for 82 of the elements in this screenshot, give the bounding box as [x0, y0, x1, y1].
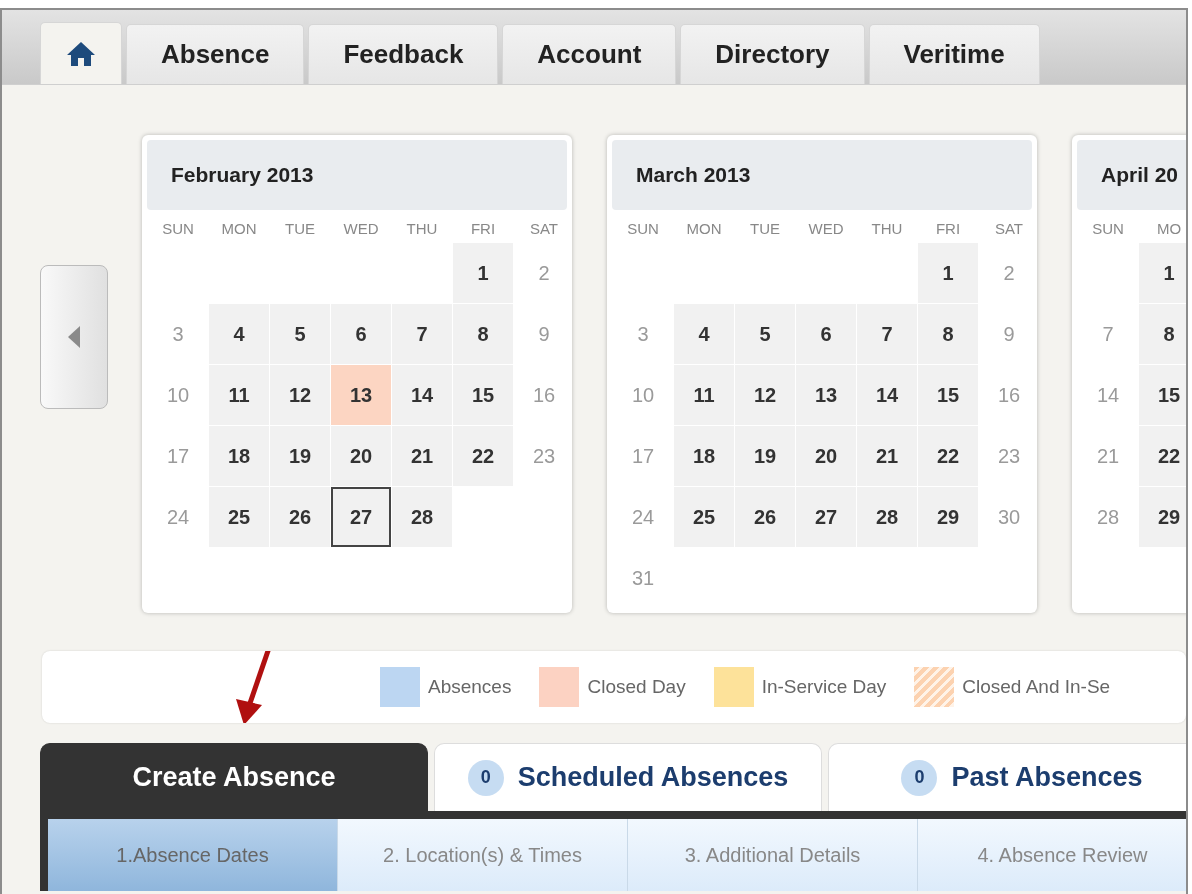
day-cell[interactable]: 15 [453, 365, 513, 425]
home-icon [66, 40, 96, 67]
day-cell[interactable]: 27 [331, 487, 391, 547]
nav-tab[interactable]: Absence [126, 24, 305, 84]
weekday-label: FRI [934, 218, 962, 239]
day-cell[interactable]: 5 [735, 304, 795, 364]
day-cell[interactable]: 11 [209, 365, 269, 425]
nav-tab[interactable]: Directory [680, 24, 865, 84]
legend-label: In-Service Day [761, 676, 887, 698]
weekday-label: SUN [1091, 218, 1125, 239]
day-cell[interactable]: 19 [270, 426, 330, 486]
month-title: February 2013 [147, 140, 567, 210]
legend-label: Closed Day [587, 676, 686, 698]
day-cell[interactable]: 6 [796, 304, 856, 364]
day-cell[interactable]: 15 [1139, 365, 1186, 425]
weekday-label: THU [405, 218, 439, 239]
day-cell[interactable]: 1 [453, 243, 513, 303]
day-cell[interactable]: 28 [857, 487, 917, 547]
day-cell[interactable]: 4 [674, 304, 734, 364]
weekday-label: MO [1155, 218, 1183, 239]
day-cell[interactable]: 4 [209, 304, 269, 364]
day-cell[interactable]: 25 [674, 487, 734, 547]
weekday-label: SUN [161, 218, 195, 239]
nav-tab[interactable]: Feedback [308, 24, 499, 84]
day-cell[interactable]: 1 [918, 243, 978, 303]
count-badge: 0 [467, 759, 504, 796]
day-cell[interactable]: 20 [331, 426, 391, 486]
day-cell[interactable]: 12 [270, 365, 330, 425]
weekday-label: FRI [469, 218, 497, 239]
weekday-label: MON [685, 218, 723, 239]
month-title: March 2013 [612, 140, 1032, 210]
day-cell[interactable]: 8 [1139, 304, 1186, 364]
legend-label: Closed And In-Se [962, 676, 1111, 698]
day-cell[interactable]: 26 [735, 487, 795, 547]
day-cell[interactable]: 21 [392, 426, 452, 486]
day-cell[interactable]: 19 [735, 426, 795, 486]
absence-tab[interactable]: 0 Scheduled Absences [434, 743, 822, 811]
day-cell[interactable]: 1 [1139, 243, 1186, 303]
day-cell[interactable]: 22 [918, 426, 978, 486]
weekday-label: WED [342, 218, 380, 239]
absence-tab[interactable]: 0 Past Absences [828, 743, 1186, 811]
day-cell[interactable]: 8 [453, 304, 513, 364]
weekday-label: TUE [749, 218, 781, 239]
day-cell[interactable]: 14 [392, 365, 452, 425]
day-cell[interactable]: 14 [857, 365, 917, 425]
day-cell[interactable]: 6 [331, 304, 391, 364]
left-arrow-icon [68, 326, 80, 348]
day-cell[interactable]: 29 [1139, 487, 1186, 547]
day-cell[interactable]: 8 [918, 304, 978, 364]
day-cell[interactable]: 7 [857, 304, 917, 364]
day-cell[interactable]: 15 [918, 365, 978, 425]
absence-tab[interactable]: Create Absence [40, 743, 428, 811]
weekday-label: SUN [626, 218, 660, 239]
weekday-label: SAT [993, 218, 1025, 239]
legend-label: Absences [428, 676, 512, 698]
day-cell[interactable]: 22 [453, 426, 513, 486]
day-cell[interactable]: 21 [857, 426, 917, 486]
weekday-label: MON [220, 218, 258, 239]
nav-tab[interactable]: Account [502, 24, 677, 84]
day-cell[interactable]: 13 [331, 365, 391, 425]
day-cell[interactable]: 12 [735, 365, 795, 425]
month-title: April 20 [1077, 140, 1186, 210]
weekday-label: WED [807, 218, 845, 239]
day-cell[interactable]: 20 [796, 426, 856, 486]
day-cell[interactable]: 27 [796, 487, 856, 547]
day-cell[interactable]: 11 [674, 365, 734, 425]
weekday-label: SAT [528, 218, 560, 239]
weekday-label: TUE [284, 218, 316, 239]
day-cell[interactable]: 29 [918, 487, 978, 547]
day-cell[interactable]: 28 [392, 487, 452, 547]
day-cell[interactable]: 22 [1139, 426, 1186, 486]
day-cell[interactable]: 18 [209, 426, 269, 486]
day-cell[interactable]: 5 [270, 304, 330, 364]
day-cell[interactable]: 25 [209, 487, 269, 547]
day-cell[interactable]: 13 [796, 365, 856, 425]
count-badge: 0 [901, 759, 938, 796]
day-cell[interactable]: 18 [674, 426, 734, 486]
weekday-label: THU [870, 218, 904, 239]
day-cell[interactable]: 7 [392, 304, 452, 364]
nav-tab[interactable]: Veritime [868, 24, 1040, 84]
home-tab[interactable] [40, 22, 122, 84]
day-cell[interactable]: 26 [270, 487, 330, 547]
